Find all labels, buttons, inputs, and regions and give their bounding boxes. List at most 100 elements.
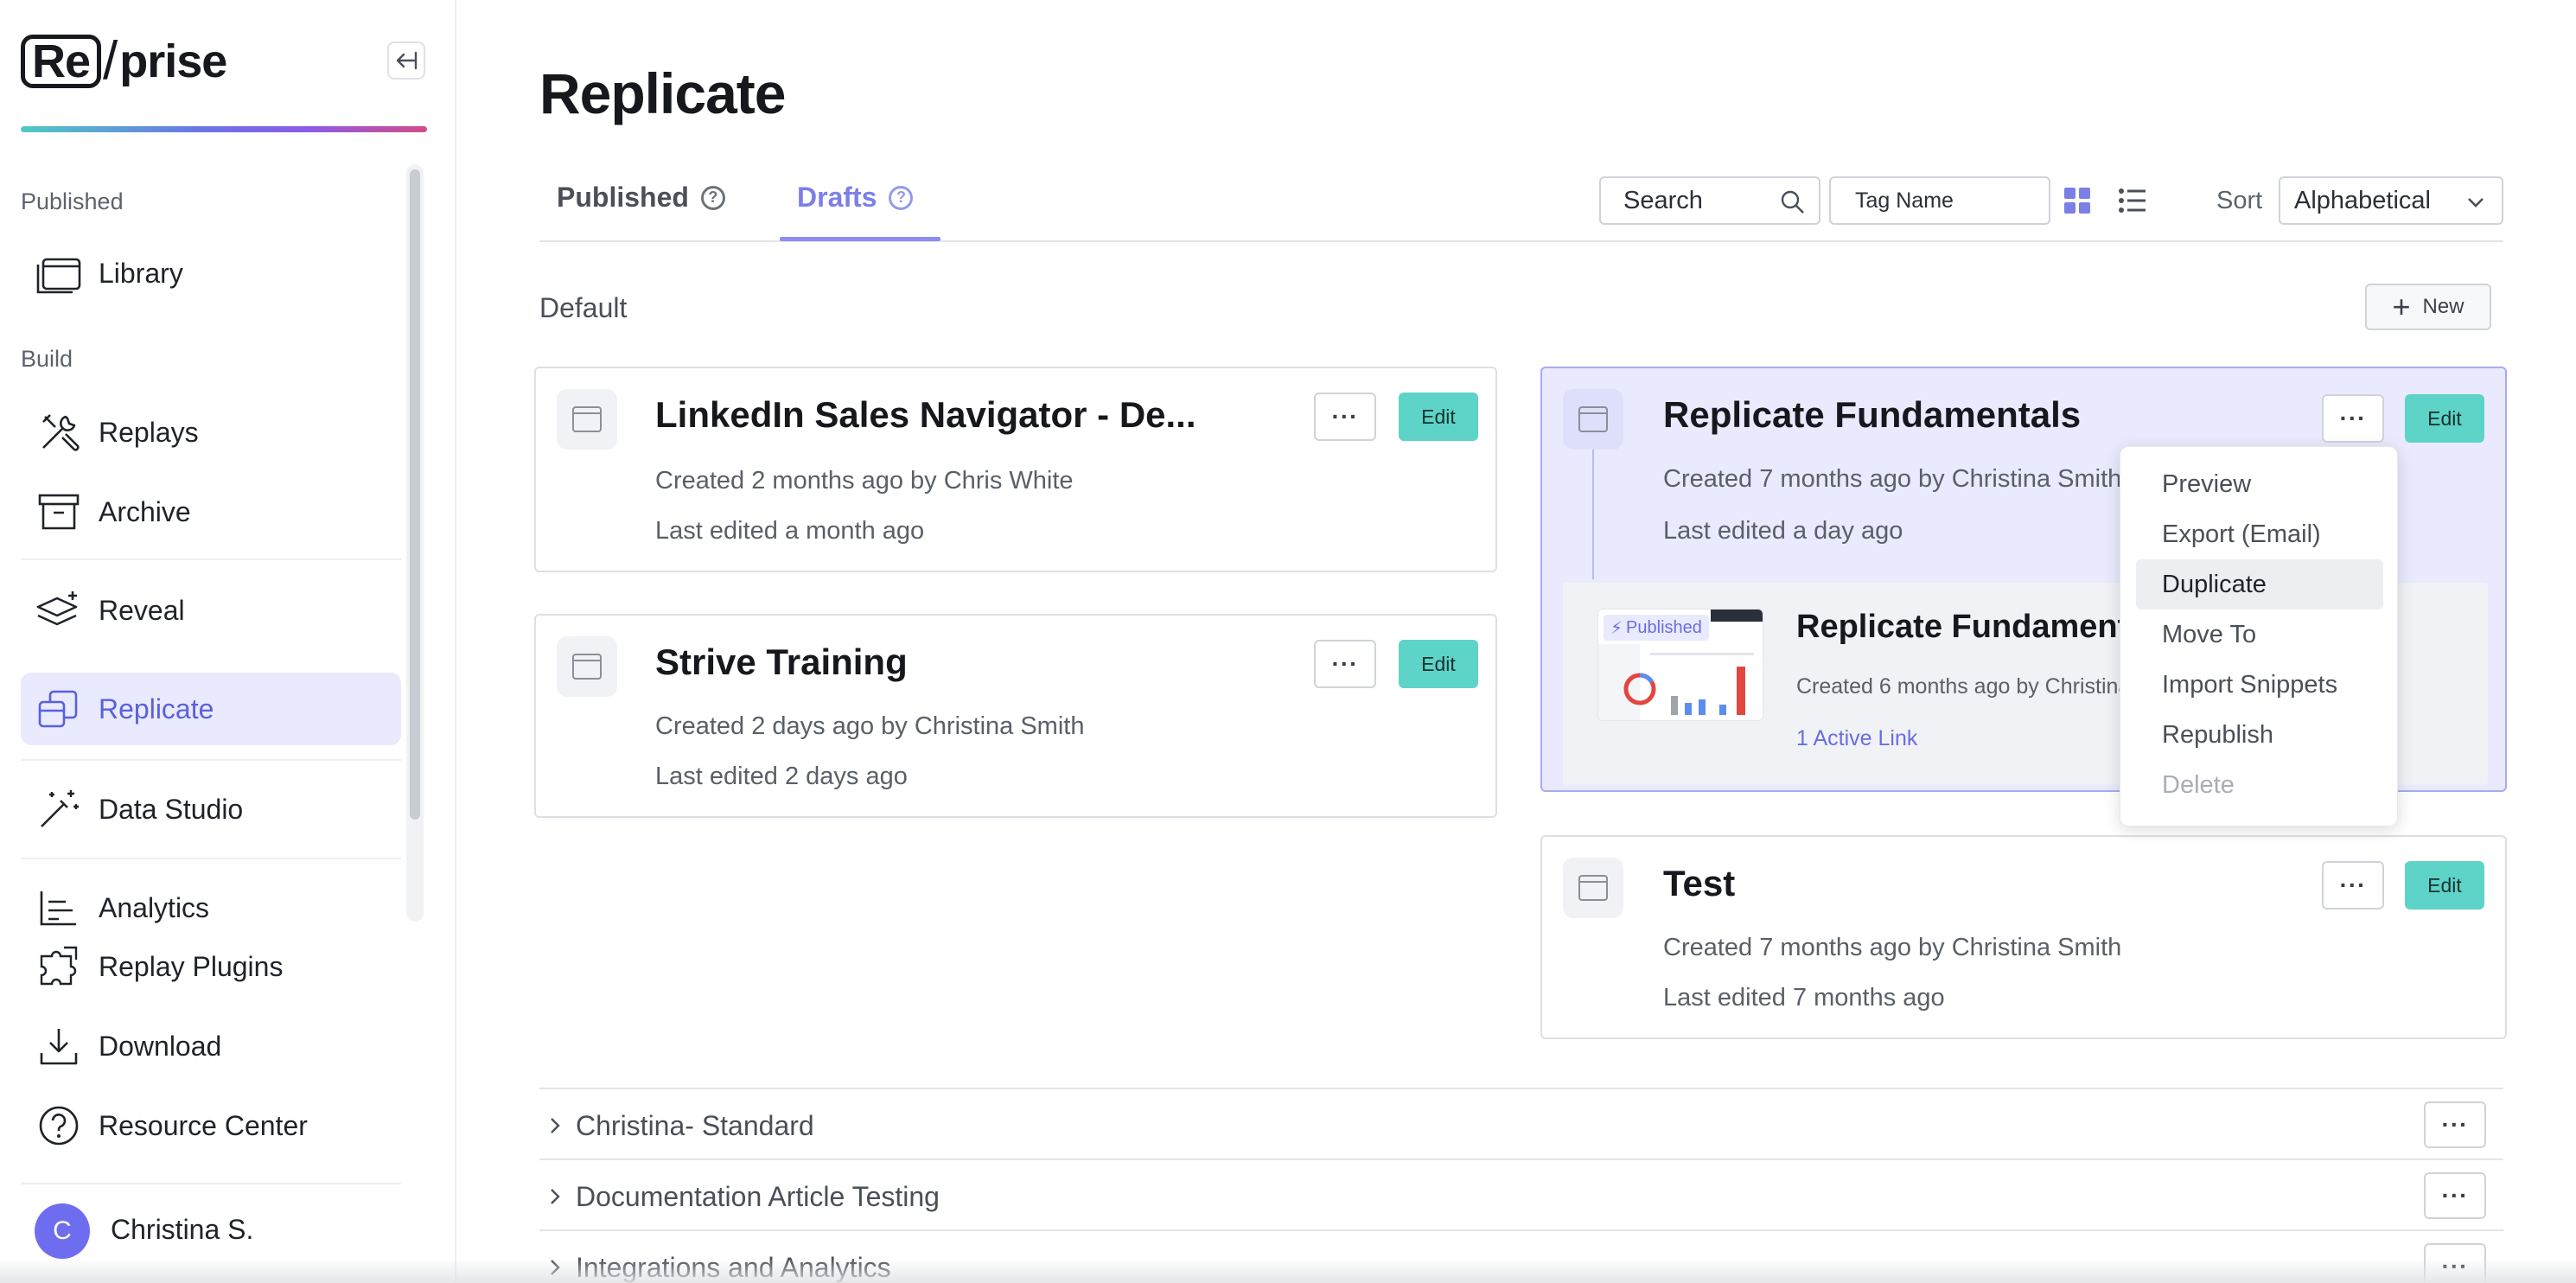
sidebar-item-data-studio[interactable]: Data Studio	[21, 773, 401, 846]
user-name[interactable]: Christina S.	[111, 1214, 253, 1246]
sidebar-item-label: Replay Plugins	[99, 950, 284, 982]
card-edited: Last edited a day ago	[1663, 517, 1903, 545]
lightning-icon: ⚡	[1610, 618, 1623, 638]
collapse-left-icon	[396, 51, 418, 70]
ellipsis-icon: ···	[2441, 1111, 2469, 1138]
new-button[interactable]: + New	[2365, 284, 2491, 330]
replicate-card[interactable]: Strive Training Created 2 days ago by Ch…	[534, 614, 1497, 818]
more-options-button[interactable]: ···	[1314, 640, 1376, 688]
chevron-right-icon[interactable]	[546, 1115, 564, 1136]
menu-item-duplicate[interactable]: Duplicate	[2136, 559, 2383, 610]
question-circle-icon[interactable]: ?	[700, 185, 725, 210]
question-circle-icon[interactable]: ?	[889, 185, 914, 210]
sidebar-item-label: Replicate	[99, 693, 214, 724]
sidebar-item-replicate[interactable]: Replicate	[21, 673, 401, 745]
menu-item-move-to[interactable]: Move To	[2136, 610, 2383, 660]
grid-view-icon[interactable]	[2063, 186, 2092, 215]
sidebar-item-resource-center[interactable]: Resource Center	[21, 1089, 401, 1162]
card-title[interactable]: Replicate Fundamentals	[1663, 394, 2081, 436]
nav-section-build: Build	[21, 346, 73, 372]
archive-icon	[33, 486, 85, 538]
group-label-default: Default	[539, 292, 628, 323]
replicate-card[interactable]: LinkedIn Sales Navigator - De... Created…	[534, 367, 1497, 572]
page-title: Replicate	[539, 61, 786, 125]
collapsed-group-row[interactable]: Christina- Standard ···	[539, 1088, 2503, 1159]
card-title[interactable]: Strive Training	[655, 642, 908, 683]
magic-wand-icon	[33, 783, 85, 835]
sidebar-item-download[interactable]: Download	[21, 1010, 401, 1082]
card-created: Created 2 days ago by Christina Smith	[655, 712, 1085, 740]
sort-label: Sort	[2216, 187, 2263, 214]
new-button-label: New	[2422, 295, 2464, 318]
more-options-button[interactable]: ···	[2424, 1172, 2486, 1219]
browser-window-icon	[557, 636, 617, 697]
edit-button[interactable]: Edit	[1399, 393, 1478, 441]
replicate-icon	[33, 683, 85, 735]
more-options-button[interactable]: ···	[1314, 393, 1376, 441]
more-options-button[interactable]: ···	[2424, 1101, 2486, 1148]
brand-gradient-bar	[21, 126, 427, 132]
sidebar-item-label: Resource Center	[99, 1109, 308, 1141]
library-icon	[33, 247, 85, 299]
replicate-thumbnail[interactable]: ⚡ Published	[1597, 609, 1763, 721]
nav-divider	[21, 858, 401, 859]
published-badge: ⚡ Published	[1604, 615, 1709, 641]
more-options-button[interactable]: ···	[2322, 394, 2384, 443]
menu-item-import-snippets[interactable]: Import Snippets	[2136, 660, 2383, 710]
sidebar-item-label: Analytics	[99, 891, 210, 923]
plus-icon: +	[2392, 289, 2411, 324]
tab-label: Published	[557, 182, 689, 213]
sidebar-item-library[interactable]: Library	[21, 237, 401, 310]
menu-item-republish[interactable]: Republish	[2136, 710, 2383, 760]
puzzle-icon	[33, 941, 85, 993]
tab-published[interactable]: Published ?	[557, 182, 725, 214]
group-name[interactable]: Documentation Article Testing	[576, 1181, 940, 1213]
sidebar-item-label: Library	[99, 257, 183, 289]
ellipsis-icon: ···	[2441, 1182, 2469, 1209]
tag-name-input[interactable]: Tag Name	[1829, 176, 2050, 225]
card-title[interactable]: LinkedIn Sales Navigator - De...	[655, 394, 1196, 436]
edit-button[interactable]: Edit	[2405, 394, 2484, 443]
card-context-menu: Preview Export (Email) Duplicate Move To…	[2120, 446, 2398, 827]
card-edited: Last edited 7 months ago	[1663, 984, 1945, 1012]
reprise-logo[interactable]: Re / prise	[21, 31, 227, 92]
card-edited: Last edited a month ago	[655, 517, 925, 545]
sidebar-item-replay-plugins[interactable]: Replay Plugins	[21, 930, 401, 1003]
edit-button[interactable]: Edit	[2405, 861, 2484, 910]
sidebar-item-label: Download	[99, 1030, 222, 1062]
sidebar-scrollbar-thumb[interactable]	[410, 169, 420, 820]
collapsed-group-row[interactable]: Documentation Article Testing ···	[539, 1159, 2503, 1229]
edit-button[interactable]: Edit	[1399, 640, 1478, 688]
sidebar-item-replays[interactable]: Replays	[21, 396, 401, 469]
chevron-right-icon[interactable]	[546, 1186, 564, 1207]
menu-item-preview[interactable]: Preview	[2136, 459, 2383, 509]
analytics-icon	[33, 882, 85, 934]
list-view-icon[interactable]	[2118, 186, 2147, 215]
card-title[interactable]: Test	[1663, 863, 1735, 904]
sidebar-item-archive[interactable]: Archive	[21, 476, 401, 548]
sort-value: Alphabetical	[2294, 186, 2431, 214]
nav-divider	[21, 559, 401, 560]
ellipsis-icon: ···	[1331, 650, 1359, 677]
group-name[interactable]: Christina- Standard	[576, 1110, 814, 1142]
card-created: Created 7 months ago by Christina Smith	[1663, 934, 2122, 961]
card-edited: Last edited 2 days ago	[655, 763, 908, 790]
replicate-card[interactable]: Test Created 7 months ago by Christina S…	[1540, 835, 2507, 1039]
tab-drafts[interactable]: Drafts ?	[797, 182, 914, 214]
card-created: Created 7 months ago by Christina Smith	[1663, 465, 2122, 493]
collapse-sidebar-button[interactable]	[387, 41, 425, 80]
more-options-button[interactable]: ···	[2322, 861, 2384, 910]
download-icon	[33, 1020, 85, 1072]
bottom-scroll-fade	[0, 1259, 2576, 1283]
search-input[interactable]: Search	[1599, 176, 1820, 225]
active-link[interactable]: 1 Active Link	[1796, 726, 1917, 751]
card-created: Created 2 months ago by Chris White	[655, 467, 1074, 495]
sort-select[interactable]: Alphabetical	[2279, 176, 2503, 225]
published-version-title[interactable]: Replicate Fundamentals	[1796, 609, 2174, 646]
browser-window-icon	[1563, 858, 1623, 918]
logo-boxed-text: Re	[21, 35, 102, 88]
sidebar-item-reveal[interactable]: Reveal	[21, 574, 401, 647]
avatar[interactable]: C	[35, 1203, 90, 1259]
nav-section-published: Published	[21, 188, 124, 214]
menu-item-export-email[interactable]: Export (Email)	[2136, 509, 2383, 559]
